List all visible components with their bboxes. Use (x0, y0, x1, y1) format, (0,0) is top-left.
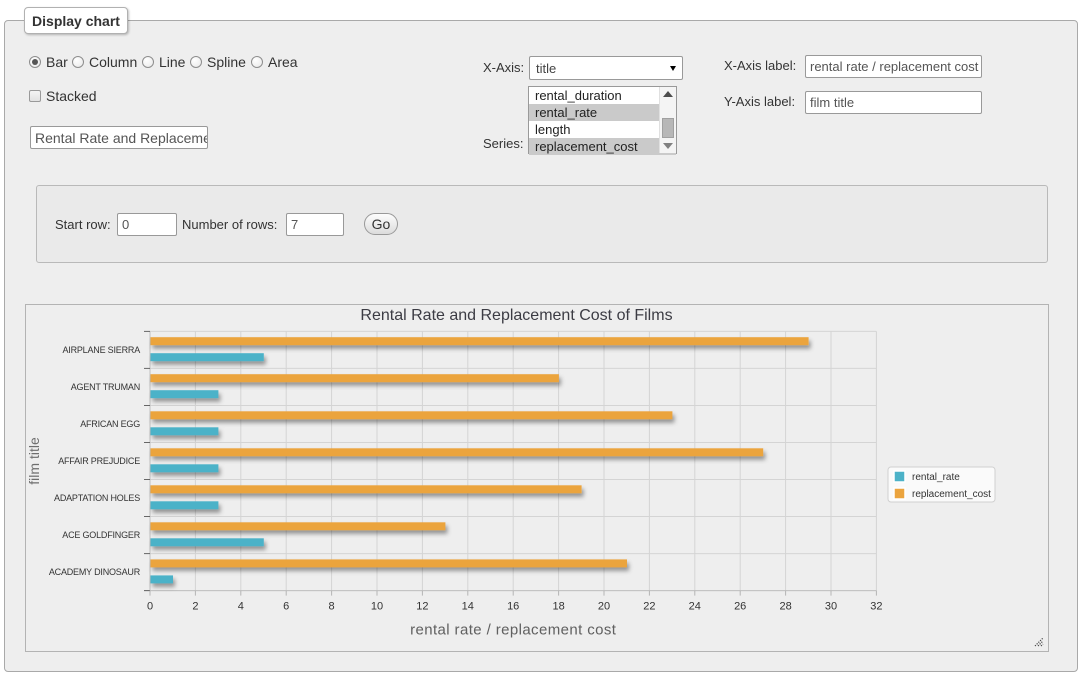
svg-text:ADAPTATION HOLES: ADAPTATION HOLES (54, 493, 140, 503)
svg-text:2: 2 (192, 601, 198, 613)
svg-text:replacement_cost: replacement_cost (912, 489, 991, 500)
svg-text:AFRICAN EGG: AFRICAN EGG (80, 419, 140, 429)
svg-text:Rental Rate and Replacement Co: Rental Rate and Replacement Cost of Film… (360, 307, 672, 324)
svg-text:10: 10 (371, 601, 383, 613)
svg-text:AIRPLANE SIERRA: AIRPLANE SIERRA (62, 345, 140, 355)
svg-text:32: 32 (870, 601, 882, 613)
svg-text:28: 28 (779, 601, 791, 613)
svg-text:6: 6 (283, 601, 289, 613)
svg-text:18: 18 (552, 601, 564, 613)
svg-text:22: 22 (643, 601, 655, 613)
svg-text:4: 4 (238, 601, 244, 613)
svg-text:0: 0 (147, 601, 153, 613)
svg-text:12: 12 (416, 601, 428, 613)
svg-text:rental_rate: rental_rate (912, 472, 960, 483)
svg-text:30: 30 (825, 601, 837, 613)
svg-text:16: 16 (507, 601, 519, 613)
svg-text:AGENT TRUMAN: AGENT TRUMAN (71, 382, 140, 392)
svg-text:8: 8 (329, 601, 335, 613)
svg-text:ACE GOLDFINGER: ACE GOLDFINGER (62, 530, 140, 540)
svg-text:20: 20 (598, 601, 610, 613)
svg-text:AFFAIR PREJUDICE: AFFAIR PREJUDICE (58, 456, 140, 466)
svg-text:ACADEMY DINOSAUR: ACADEMY DINOSAUR (49, 567, 141, 577)
svg-text:14: 14 (462, 601, 474, 613)
svg-text:rental rate / replacement cost: rental rate / replacement cost (410, 622, 617, 639)
svg-text:24: 24 (689, 601, 701, 613)
svg-text:26: 26 (734, 601, 746, 613)
svg-text:film title: film title (26, 437, 42, 485)
